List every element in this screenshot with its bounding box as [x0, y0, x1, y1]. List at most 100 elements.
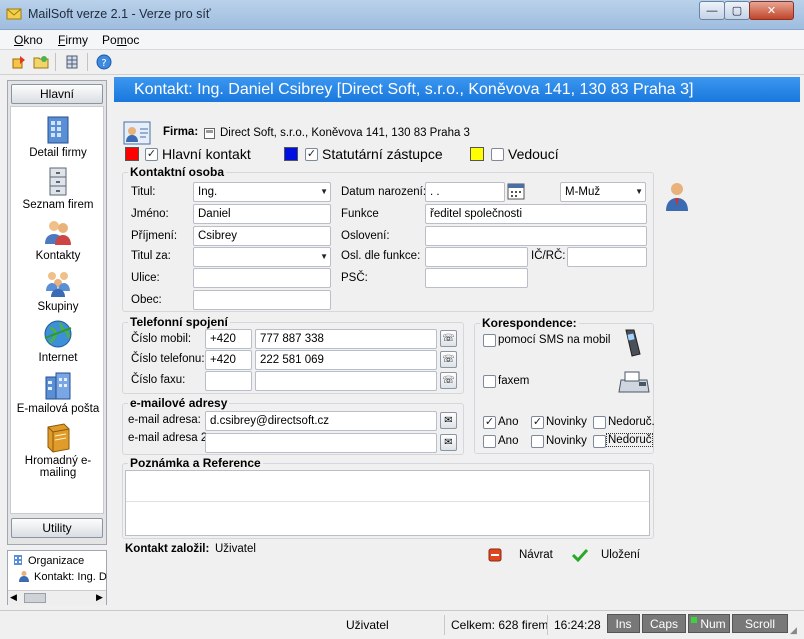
help-icon[interactable]: ?: [96, 54, 112, 70]
mobil-prefix-field[interactable]: +420: [205, 329, 252, 349]
prijmeni-field[interactable]: Csibrey: [193, 226, 331, 246]
color-swatch-yellow: [470, 147, 484, 161]
scroll-right-icon[interactable]: ▶: [96, 592, 103, 603]
statutarni-zastupce-checkbox[interactable]: ✓: [305, 148, 318, 161]
vedouci-checkbox[interactable]: [491, 148, 504, 161]
exit-icon[interactable]: [11, 54, 27, 70]
nav-internet[interactable]: Internet: [11, 318, 105, 364]
folder-icon[interactable]: [33, 54, 49, 70]
sms-checkbox[interactable]: [483, 334, 496, 347]
telefon-label: Číslo telefonu:: [131, 353, 205, 365]
panel-header-hlavni[interactable]: Hlavní: [11, 84, 103, 104]
nedoruc-checkbox-1[interactable]: [593, 416, 606, 429]
fax-send-button[interactable]: ☏: [440, 372, 457, 389]
notes-textarea[interactable]: [125, 470, 650, 536]
firm-small-icon: [204, 128, 215, 139]
novinky-label-1: Novinky: [546, 416, 587, 428]
status-caps: Caps: [642, 614, 686, 633]
jmeno-field[interactable]: Daniel: [193, 204, 331, 224]
statutarni-zastupce-label: Statutární zástupce: [322, 146, 443, 162]
menu-okno[interactable]: Okno: [14, 33, 43, 47]
email2-field[interactable]: [205, 433, 437, 453]
funkce-field[interactable]: ředitel společnosti: [425, 204, 647, 224]
fax-label: Číslo faxu:: [131, 374, 186, 386]
osl-dle-funkce-field[interactable]: [425, 247, 528, 267]
novinky-checkbox-2[interactable]: [531, 435, 544, 448]
nav-emailova-posta[interactable]: E-mailová pošta: [11, 369, 105, 415]
nav-kontakty[interactable]: Kontakty: [11, 216, 105, 262]
fax-field[interactable]: [255, 371, 437, 391]
calendar-icon[interactable]: [507, 182, 525, 200]
hlavni-kontakt-checkbox[interactable]: ✓: [145, 148, 158, 161]
datum-narozeni-field[interactable]: . .: [425, 182, 505, 202]
nav-seznam-firem[interactable]: Seznam firem: [11, 165, 105, 211]
mobil-field[interactable]: 777 887 338: [255, 329, 437, 349]
nav-detail-firmy[interactable]: Detail firmy: [11, 113, 105, 159]
ic-rc-field[interactable]: [567, 247, 647, 267]
nav-label: Kontakty: [35, 250, 81, 262]
ano-checkbox-1[interactable]: ✓: [483, 416, 496, 429]
minimize-button[interactable]: —: [699, 1, 725, 20]
send-email2-button[interactable]: ✉: [440, 434, 457, 451]
novinky-checkbox-1[interactable]: ✓: [531, 416, 544, 429]
tree-item-kontakt[interactable]: Kontakt: Ing. D: [18, 570, 107, 583]
nedoruc-label-2: Nedoruč: [606, 433, 654, 447]
nav-label: Hromadný e-mailing: [24, 455, 92, 479]
psc-field[interactable]: [425, 268, 528, 288]
created-by-value: Uživatel: [215, 543, 256, 555]
resize-grip-icon[interactable]: ◢: [790, 625, 797, 636]
toolbar-separator: [55, 53, 56, 71]
osloveni-field[interactable]: [425, 226, 647, 246]
nav-skupiny[interactable]: Skupiny: [11, 267, 105, 313]
fax-prefix-field[interactable]: [205, 371, 252, 391]
navigation-panel: Hlavní Detail firmy Seznam firem Kontakt…: [7, 80, 107, 545]
navigation-tree: Organizace Kontakt: Ing. D ◀ ▶: [7, 550, 107, 605]
gender-select[interactable]: M-Muž: [560, 182, 646, 202]
correspondence-title: Korespondence:: [480, 316, 579, 330]
maximize-button[interactable]: ▢: [724, 1, 750, 20]
menu-pomoc[interactable]: Pomoc: [102, 33, 139, 47]
color-swatch-red: [125, 147, 139, 161]
panel-header-utility[interactable]: Utility: [11, 518, 103, 538]
contact-header: Kontakt: Ing. Daniel Csibrey [Direct Sof…: [114, 77, 800, 102]
svg-text:?: ?: [101, 58, 106, 69]
nav-hromadny-emailing[interactable]: Hromadný e-mailing: [11, 421, 105, 479]
send-email1-button[interactable]: ✉: [440, 412, 457, 429]
globe-icon: [44, 320, 72, 348]
scroll-thumb[interactable]: [24, 593, 46, 603]
created-by-label: Kontakt založil:: [125, 543, 210, 555]
envelope-app-icon: [6, 8, 22, 20]
close-button[interactable]: ✕: [749, 1, 794, 20]
tree-item-label: Kontakt: Ing. D: [34, 571, 107, 583]
groups-icon: [46, 272, 70, 297]
titul-za-label: Titul za:: [131, 250, 171, 262]
grid-icon[interactable]: [64, 54, 80, 70]
titul-label: Titul:: [131, 186, 156, 198]
nav-label: E-mailová pošta: [16, 403, 100, 415]
email1-field[interactable]: d.csibrey@directsoft.cz: [205, 411, 437, 431]
faxem-checkbox[interactable]: [483, 375, 496, 388]
dial-telefon-button[interactable]: ☏: [440, 351, 457, 368]
telefon-prefix-field[interactable]: +420: [205, 350, 252, 370]
scroll-left-icon[interactable]: ◀: [10, 592, 17, 603]
psc-label: PSČ:: [341, 272, 368, 284]
nedoruc-checkbox-2[interactable]: [593, 435, 606, 448]
ulice-field[interactable]: [193, 268, 331, 288]
obec-field[interactable]: [193, 290, 331, 310]
telefon-field[interactable]: 222 581 069: [255, 350, 437, 370]
dial-mobil-button[interactable]: ☏: [440, 330, 457, 347]
person-icon: [19, 571, 29, 582]
titul-za-select[interactable]: [193, 247, 331, 267]
ano-checkbox-2[interactable]: [483, 435, 496, 448]
back-label: Návrat: [519, 549, 553, 561]
save-label: Uložení: [601, 549, 640, 561]
tree-horizontal-scrollbar[interactable]: ◀ ▶: [8, 590, 106, 605]
status-scroll: Scroll: [732, 614, 788, 633]
email1-label: e-mail adresa:: [128, 414, 201, 426]
menu-firmy[interactable]: Firmy: [58, 33, 88, 47]
ulice-label: Ulice:: [131, 272, 160, 284]
building-icon: [47, 116, 69, 144]
titul-select[interactable]: Ing.: [193, 182, 331, 202]
tree-item-organizace[interactable]: Organizace: [12, 554, 84, 567]
emails-title: e-mailové adresy: [128, 396, 230, 410]
